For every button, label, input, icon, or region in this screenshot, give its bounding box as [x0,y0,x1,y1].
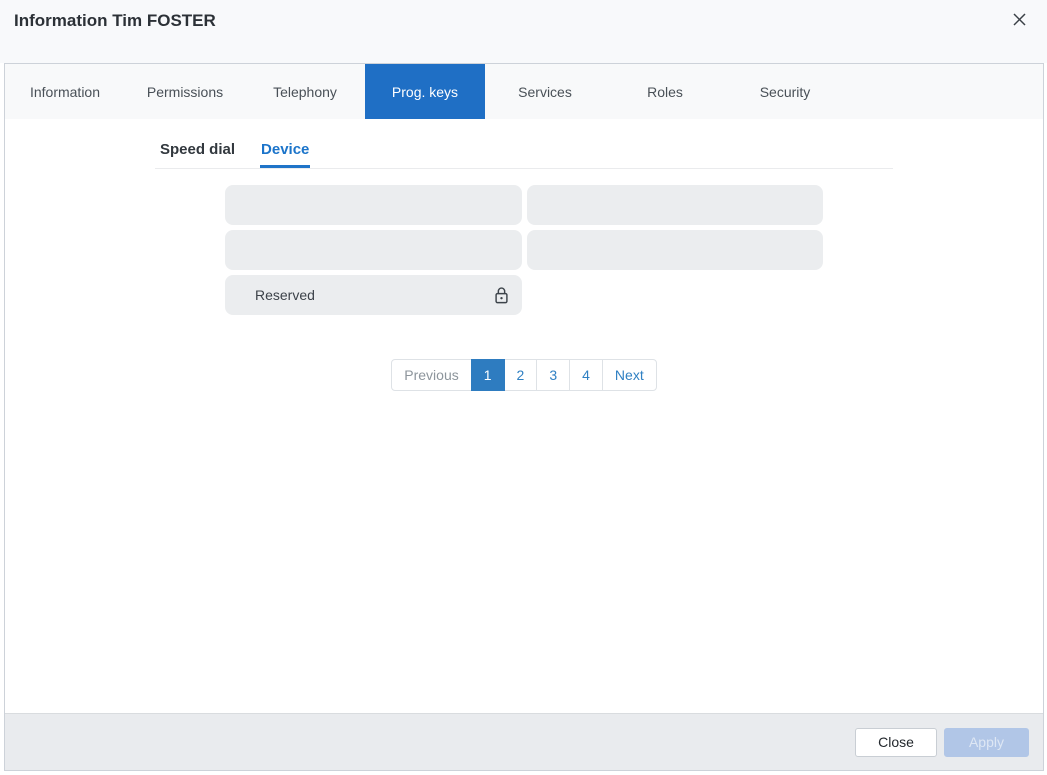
modal-header: Information Tim FOSTER [0,0,1047,63]
dialog-footer: Close Apply [5,713,1043,770]
tab-roles[interactable]: Roles [605,64,725,119]
key-slot-4[interactable] [527,230,824,270]
tab-telephony[interactable]: Telephony [245,64,365,119]
subtab-speed-dial[interactable]: Speed dial [159,141,236,168]
close-icon[interactable] [1009,9,1030,30]
pagination-previous[interactable]: Previous [391,359,471,391]
tab-services[interactable]: Services [485,64,605,119]
key-slot-1[interactable] [225,185,522,225]
lock-icon [494,286,509,304]
reserved-label: Reserved [255,287,315,303]
dialog-panel: Information Permissions Telephony Prog. … [4,63,1044,771]
pagination-next[interactable]: Next [602,359,657,391]
key-slot-reserved: Reserved [225,275,522,315]
prog-key-grid: Reserved [225,185,823,315]
apply-button[interactable]: Apply [944,728,1029,757]
tab-prog-keys[interactable]: Prog. keys [365,64,485,119]
tab-permissions[interactable]: Permissions [125,64,245,119]
main-tabbar: Information Permissions Telephony Prog. … [5,64,1043,119]
pagination-page-1[interactable]: 1 [471,359,505,391]
pagination: Previous 1 2 3 4 Next [5,359,1043,391]
tab-security[interactable]: Security [725,64,845,119]
dialog-title: Information Tim FOSTER [14,10,216,31]
key-slot-3[interactable] [225,230,522,270]
pagination-page-2[interactable]: 2 [504,359,538,391]
close-button[interactable]: Close [855,728,937,757]
key-slot-2[interactable] [527,185,824,225]
pagination-page-4[interactable]: 4 [569,359,603,391]
close-x-glyph [1012,12,1027,27]
subtab-device[interactable]: Device [260,141,310,168]
tab-information[interactable]: Information [5,64,125,119]
pagination-page-3[interactable]: 3 [536,359,570,391]
prog-keys-subtabs: Speed dial Device [155,141,893,169]
